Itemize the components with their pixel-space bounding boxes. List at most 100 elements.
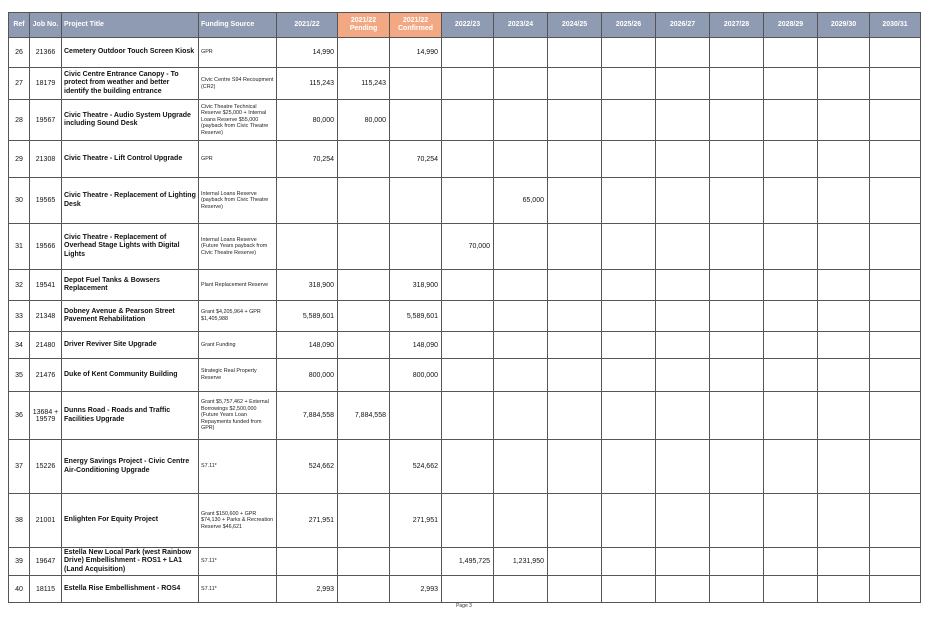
table-row: 38 21001 Enlighten For Equity Project Grant… <box>8 493 921 548</box>
row-value-2024-25 <box>547 391 602 440</box>
row-ref: 38 <box>8 493 30 548</box>
row-funding-source: GPR <box>198 140 277 178</box>
row-value-2028-29 <box>763 358 818 392</box>
row-value-2023-24: 1,231,950 <box>493 547 548 576</box>
table-row: 28 19567 Civic Theatre - Audio System Upgr… <box>8 99 921 141</box>
row-value-2028-29 <box>763 493 818 548</box>
header-2021-22-confirmed: 2021/22 Confirmed <box>389 12 442 38</box>
row-value-2026-27 <box>655 269 710 301</box>
row-value-2029-30 <box>817 269 870 301</box>
row-value-2027-28 <box>709 547 764 576</box>
row-value-2021-22-confirmed: 800,000 <box>389 358 442 392</box>
row-value-2021-22-pending <box>337 439 390 494</box>
row-value-2021-22-pending <box>337 331 390 359</box>
row-value-2026-27 <box>655 358 710 392</box>
table-row: 27 18179 Civic Centre Entrance Canopy - To… <box>8 67 921 100</box>
row-job-no: 15226 <box>29 439 62 494</box>
row-project-title: Civic Theatre - Audio System Upgrade inc… <box>61 99 199 141</box>
row-value-2027-28 <box>709 177 764 224</box>
row-value-2030-31 <box>869 331 921 359</box>
row-value-2022-23 <box>441 439 494 494</box>
table-row: 39 19647 Estella New Local Park (west Rain… <box>8 547 921 576</box>
row-value-2029-30 <box>817 547 870 576</box>
header-2025-26: 2025/26 <box>601 12 656 38</box>
row-funding-source: GPR <box>198 37 277 68</box>
row-value-2021-22-pending: 80,000 <box>337 99 390 141</box>
row-value-2024-25 <box>547 269 602 301</box>
row-job-no: 18115 <box>29 575 62 603</box>
header-job-no: Job No. <box>29 12 62 38</box>
row-value-2021-22-pending <box>337 140 390 178</box>
row-value-2029-30 <box>817 99 870 141</box>
row-value-2024-25 <box>547 177 602 224</box>
table-row: 32 19541 Depot Fuel Tanks & Bowsers Replac… <box>8 269 921 301</box>
row-value-2028-29 <box>763 439 818 494</box>
row-project-title: Civic Theatre - Replacement of Lighting … <box>61 177 199 224</box>
row-value-2027-28 <box>709 391 764 440</box>
row-job-no: 21308 <box>29 140 62 178</box>
row-value-2030-31 <box>869 99 921 141</box>
row-value-2029-30 <box>817 331 870 359</box>
row-value-2022-23 <box>441 37 494 68</box>
header-2023-24: 2023/24 <box>493 12 548 38</box>
row-value-2021-22-pending <box>337 547 390 576</box>
row-value-2027-28 <box>709 269 764 301</box>
header-2024-25: 2024/25 <box>547 12 602 38</box>
row-value-2025-26 <box>601 177 656 224</box>
row-value-2030-31 <box>869 493 921 548</box>
row-value-2021-22 <box>276 177 338 224</box>
row-job-no: 13684 + 19579 <box>29 391 62 440</box>
row-value-2021-22: 5,589,601 <box>276 300 338 332</box>
row-value-2022-23: 70,000 <box>441 223 494 270</box>
row-project-title: Dunns Road - Roads and Traffic Facilitie… <box>61 391 199 440</box>
row-value-2021-22: 800,000 <box>276 358 338 392</box>
row-value-2023-24 <box>493 575 548 603</box>
header-2022-23: 2022/23 <box>441 12 494 38</box>
row-value-2021-22-pending <box>337 177 390 224</box>
row-value-2021-22 <box>276 547 338 576</box>
header-2029-30: 2029/30 <box>817 12 870 38</box>
row-ref: 30 <box>8 177 30 224</box>
row-value-2027-28 <box>709 358 764 392</box>
row-value-2021-22-pending <box>337 575 390 603</box>
row-ref: 36 <box>8 391 30 440</box>
row-funding-source: Plant Replacement Reserve <box>198 269 277 301</box>
row-value-2025-26 <box>601 37 656 68</box>
row-value-2021-22-confirmed <box>389 223 442 270</box>
row-value-2024-25 <box>547 300 602 332</box>
row-value-2022-23 <box>441 575 494 603</box>
row-value-2027-28 <box>709 493 764 548</box>
row-project-title: Civic Theatre - Lift Control Upgrade <box>61 140 199 178</box>
row-value-2025-26 <box>601 300 656 332</box>
row-value-2021-22-pending: 7,884,558 <box>337 391 390 440</box>
row-funding-source: S7.11* <box>198 547 277 576</box>
table-row: 37 15226 Energy Savings Project - Civic Ce… <box>8 439 921 494</box>
row-value-2023-24 <box>493 269 548 301</box>
row-ref: 31 <box>8 223 30 270</box>
row-value-2026-27 <box>655 391 710 440</box>
row-value-2021-22-pending <box>337 37 390 68</box>
page-footer: Page 3 <box>456 603 472 609</box>
row-value-2030-31 <box>869 269 921 301</box>
row-value-2026-27 <box>655 493 710 548</box>
row-value-2025-26 <box>601 547 656 576</box>
row-value-2026-27 <box>655 223 710 270</box>
row-value-2023-24 <box>493 300 548 332</box>
row-job-no: 21366 <box>29 37 62 68</box>
row-value-2029-30 <box>817 140 870 178</box>
row-value-2028-29 <box>763 300 818 332</box>
row-value-2025-26 <box>601 269 656 301</box>
row-ref: 26 <box>8 37 30 68</box>
row-value-2028-29 <box>763 140 818 178</box>
row-value-2025-26 <box>601 391 656 440</box>
row-value-2027-28 <box>709 331 764 359</box>
row-funding-source: Internal Loans Reserve (payback from Civ… <box>198 177 277 224</box>
row-value-2022-23 <box>441 391 494 440</box>
row-value-2022-23 <box>441 269 494 301</box>
row-value-2025-26 <box>601 575 656 603</box>
row-ref: 34 <box>8 331 30 359</box>
row-value-2021-22-confirmed: 2,993 <box>389 575 442 603</box>
row-job-no: 19566 <box>29 223 62 270</box>
row-ref: 33 <box>8 300 30 332</box>
row-ref: 37 <box>8 439 30 494</box>
